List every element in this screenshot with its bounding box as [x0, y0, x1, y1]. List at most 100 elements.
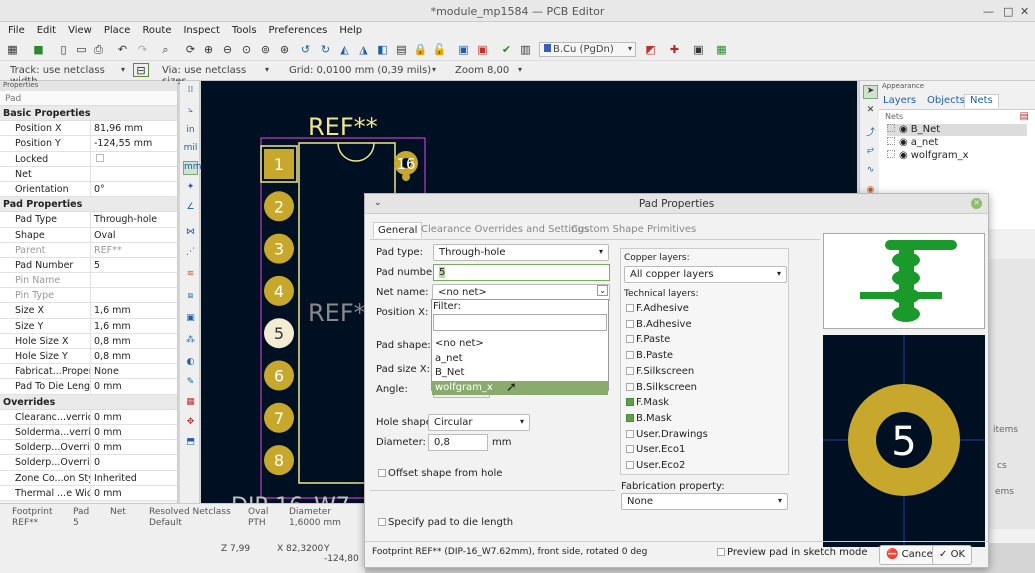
- route-diff-icon[interactable]: ⥂: [863, 145, 878, 159]
- visibility-eye-icon[interactable]: ◉: [899, 150, 908, 161]
- unlock-icon[interactable]: 🔓: [432, 43, 447, 57]
- net-color-icon[interactable]: ✎: [183, 377, 198, 391]
- prop-value[interactable]: [91, 273, 177, 287]
- close-icon[interactable]: ✕: [1020, 5, 1029, 18]
- prop-value[interactable]: REF**: [91, 243, 177, 257]
- prop-row[interactable]: Position Y -124,55 mm: [0, 136, 177, 152]
- menu-tools[interactable]: Tools: [224, 22, 261, 36]
- tab-custom-shape-primitives[interactable]: Custom Shape Primitives: [567, 222, 700, 237]
- drc-icon[interactable]: ✔: [499, 43, 514, 57]
- prop-value[interactable]: 0,8 mm: [91, 334, 177, 348]
- zoom-select[interactable]: Zoom 8,00 ▾: [450, 63, 526, 78]
- zoom-objects-icon[interactable]: ⊚: [258, 43, 273, 57]
- tab-general[interactable]: General: [373, 222, 423, 238]
- pad-outline-icon[interactable]: ▣: [183, 313, 198, 327]
- prop-value[interactable]: 1,6 mm: [91, 319, 177, 333]
- prop-value[interactable]: 0: [91, 455, 177, 469]
- prop-section-header[interactable]: Basic Properties: [0, 106, 177, 122]
- layer-pair-icon[interactable]: ◩: [643, 43, 658, 57]
- hole-shape-select[interactable]: Circular ▾: [428, 414, 530, 431]
- mils-units-icon[interactable]: mil: [183, 143, 198, 157]
- prop-value[interactable]: 0 mm: [91, 440, 177, 454]
- pad-2[interactable]: 2: [264, 191, 294, 222]
- grid-dots-icon[interactable]: ⁞⁞: [183, 85, 198, 99]
- net-option[interactable]: wolfgram_x: [432, 380, 608, 395]
- flip-icon[interactable]: ◭: [337, 43, 352, 57]
- die-length-checkbox[interactable]: Specify pad to die length: [378, 517, 513, 530]
- layers-icon[interactable]: ▦: [183, 397, 198, 411]
- grid-layout-icon[interactable]: ▦: [714, 43, 729, 57]
- prop-value[interactable]: Through-hole: [91, 212, 177, 226]
- redo-icon[interactable]: ↷: [135, 43, 150, 57]
- zone-fill-icon[interactable]: ⧈: [183, 291, 198, 305]
- pad-1[interactable]: 1: [260, 145, 298, 183]
- auto-width-icon[interactable]: ⊟: [133, 63, 149, 77]
- scripting-icon[interactable]: ▥: [518, 43, 533, 57]
- prop-row[interactable]: Pin Type: [0, 288, 177, 304]
- prop-value[interactable]: 0,8 mm: [91, 349, 177, 363]
- undo-icon[interactable]: ↶: [115, 43, 130, 57]
- zoom-out-icon[interactable]: ⊖: [220, 43, 235, 57]
- prop-row[interactable]: Fabricat...PropertyNone: [0, 364, 177, 380]
- visibility-eye-icon[interactable]: ◉: [899, 124, 908, 135]
- refresh-icon[interactable]: ⟳: [183, 43, 198, 57]
- via-size-select[interactable]: Via: use netclass sizes▾: [157, 63, 273, 87]
- zoom-in-icon[interactable]: ⊕: [201, 43, 216, 57]
- pad-3[interactable]: 3: [264, 233, 294, 264]
- prop-row[interactable]: Solderma...verride0 mm: [0, 424, 177, 441]
- diameter-input[interactable]: 0,8: [428, 434, 488, 451]
- prop-section-header[interactable]: Pad Properties: [0, 197, 177, 213]
- pad-8[interactable]: 8: [264, 445, 294, 476]
- footprint-editor-icon[interactable]: ▣: [475, 43, 490, 57]
- menu-place[interactable]: Place: [96, 22, 135, 36]
- net-color-swatch-icon[interactable]: [887, 150, 895, 158]
- layer-selector[interactable]: B.Cu (PgDn) ▾: [539, 42, 636, 57]
- prop-value[interactable]: 0 mm: [91, 410, 177, 424]
- ok-button[interactable]: ✓ OK: [932, 545, 973, 565]
- rotate-cw-icon[interactable]: ↻: [318, 43, 333, 57]
- layer-checkbox-user-drawings[interactable]: User.Drawings: [626, 429, 708, 442]
- net-color-swatch-icon[interactable]: [887, 124, 895, 132]
- inch-units-icon[interactable]: in: [183, 125, 198, 139]
- maximize-icon[interactable]: □: [1003, 5, 1013, 18]
- mirror-h-icon[interactable]: ◮: [356, 43, 371, 57]
- menu-route[interactable]: Route: [134, 22, 175, 36]
- prop-value[interactable]: 1,6 mm: [91, 303, 177, 317]
- net-option[interactable]: a_net: [432, 352, 608, 367]
- prop-row[interactable]: Pad Type Through-hole: [0, 212, 177, 228]
- prop-row[interactable]: Size X 1,6 mm: [0, 303, 177, 319]
- layer-checkbox-f-adhesive[interactable]: F.Adhesive: [626, 303, 689, 316]
- select-arrow-icon[interactable]: ➤: [863, 85, 878, 99]
- prop-value[interactable]: [91, 288, 177, 302]
- zoom-selection-icon[interactable]: ⊛: [277, 43, 292, 57]
- mirror-v-icon[interactable]: ◧: [375, 43, 390, 57]
- sketch-mode-checkbox[interactable]: Preview pad in sketch mode: [717, 547, 868, 560]
- locked-checkbox[interactable]: [91, 152, 177, 166]
- net-color-swatch-icon[interactable]: [887, 137, 895, 145]
- prop-row[interactable]: Position X 81,96 mm: [0, 121, 177, 137]
- menu-file[interactable]: File: [0, 22, 29, 36]
- minimize-icon[interactable]: —: [983, 5, 994, 18]
- prop-row[interactable]: Parent REF**: [0, 242, 177, 258]
- menu-view[interactable]: View: [60, 22, 96, 36]
- layer-checkbox-b-mask[interactable]: B.Mask: [626, 413, 672, 426]
- layer-checkbox-b-adhesive[interactable]: B.Adhesive: [626, 319, 692, 332]
- layer-checkbox-f-silkscreen[interactable]: F.Silkscreen: [626, 366, 694, 379]
- prop-row[interactable]: Orientation 0°: [0, 181, 177, 198]
- grid-select[interactable]: Grid: 0,0100 mm (0,39 mils) ▾: [284, 63, 440, 78]
- prop-value[interactable]: 81,96 mm: [91, 121, 177, 135]
- prop-value[interactable]: 0 mm: [91, 379, 177, 393]
- visibility-eye-icon[interactable]: ◉: [899, 137, 908, 148]
- print-icon[interactable]: ⎙: [91, 43, 106, 57]
- pad-number-input[interactable]: 5: [433, 264, 610, 281]
- pad-type-select[interactable]: Through-hole ▾: [433, 244, 609, 261]
- layer-checkbox-user-eco2[interactable]: User.Eco2: [626, 460, 685, 473]
- net-row[interactable]: ◉ B_Net: [887, 124, 1027, 136]
- highcontrast-icon[interactable]: ◐: [183, 357, 198, 371]
- net-option[interactable]: <no net>: [432, 337, 608, 352]
- prop-value[interactable]: 0°: [91, 182, 177, 196]
- prop-row[interactable]: Clearanc...verride0 mm: [0, 409, 177, 425]
- menu-inspect[interactable]: Inspect: [175, 22, 223, 36]
- tab-objects[interactable]: Objects: [927, 95, 965, 106]
- prop-row[interactable]: Locked: [0, 151, 177, 167]
